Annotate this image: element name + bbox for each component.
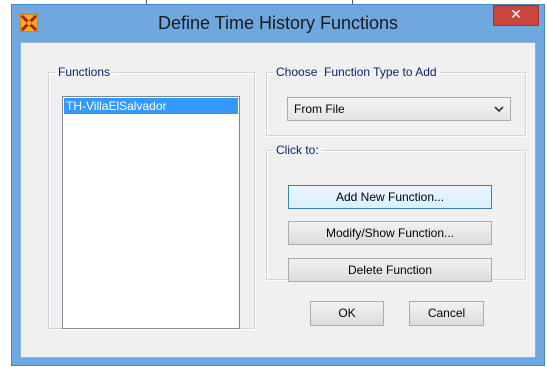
ok-button[interactable]: OK <box>310 301 384 326</box>
define-time-history-dialog: Define Time History Functions ✕ Function… <box>11 4 545 366</box>
chevron-down-icon <box>494 106 504 113</box>
function-type-value: From File <box>294 102 345 116</box>
functions-group: Functions TH-VillaElSalvador <box>48 65 255 329</box>
function-type-select[interactable]: From File <box>287 97 511 121</box>
function-type-group: Choose Function Type to Add From File <box>266 65 526 136</box>
list-item[interactable]: TH-VillaElSalvador <box>64 98 238 114</box>
close-icon: ✕ <box>510 7 522 23</box>
dialog-title: Define Time History Functions <box>157 13 399 33</box>
add-new-function-button[interactable]: Add New Function... <box>288 185 492 209</box>
functions-legend: Functions <box>58 65 111 79</box>
click-to-legend: Click to: <box>276 143 319 157</box>
close-button[interactable]: ✕ <box>493 5 539 26</box>
modify-show-function-button[interactable]: Modify/Show Function... <box>288 221 492 245</box>
functions-listbox[interactable]: TH-VillaElSalvador <box>62 96 240 329</box>
click-to-group: Click to: Add New Function... Modify/Sho… <box>266 143 526 282</box>
cancel-button[interactable]: Cancel <box>409 301 484 326</box>
delete-function-button[interactable]: Delete Function <box>288 258 492 282</box>
function-type-legend: Choose Function Type to Add <box>276 65 437 79</box>
title-bar[interactable]: Define Time History Functions ✕ <box>12 5 544 41</box>
dialog-client-area: Functions TH-VillaElSalvador Choose Func… <box>20 42 536 358</box>
